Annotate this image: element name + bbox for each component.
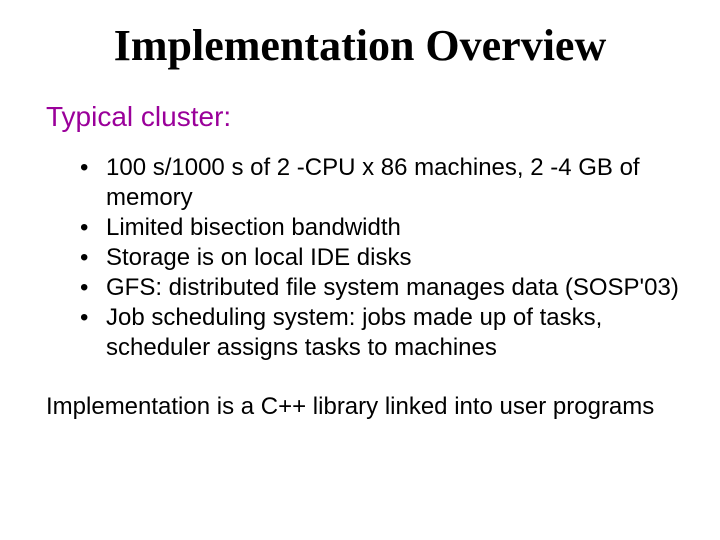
list-item: GFS: distributed file system manages dat… xyxy=(80,273,680,303)
section-label: Typical cluster: xyxy=(46,101,680,133)
slide-title: Implementation Overview xyxy=(40,10,680,71)
slide: Implementation Overview Typical cluster:… xyxy=(0,0,720,540)
list-item: Storage is on local IDE disks xyxy=(80,243,680,273)
list-item: Limited bisection bandwidth xyxy=(80,213,680,243)
footer-text: Implementation is a C++ library linked i… xyxy=(46,393,680,421)
bullet-list: 100 s/1000 s of 2 -CPU x 86 machines, 2 … xyxy=(80,153,680,363)
list-item: 100 s/1000 s of 2 -CPU x 86 machines, 2 … xyxy=(80,153,680,213)
list-item: Job scheduling system: jobs made up of t… xyxy=(80,303,680,363)
